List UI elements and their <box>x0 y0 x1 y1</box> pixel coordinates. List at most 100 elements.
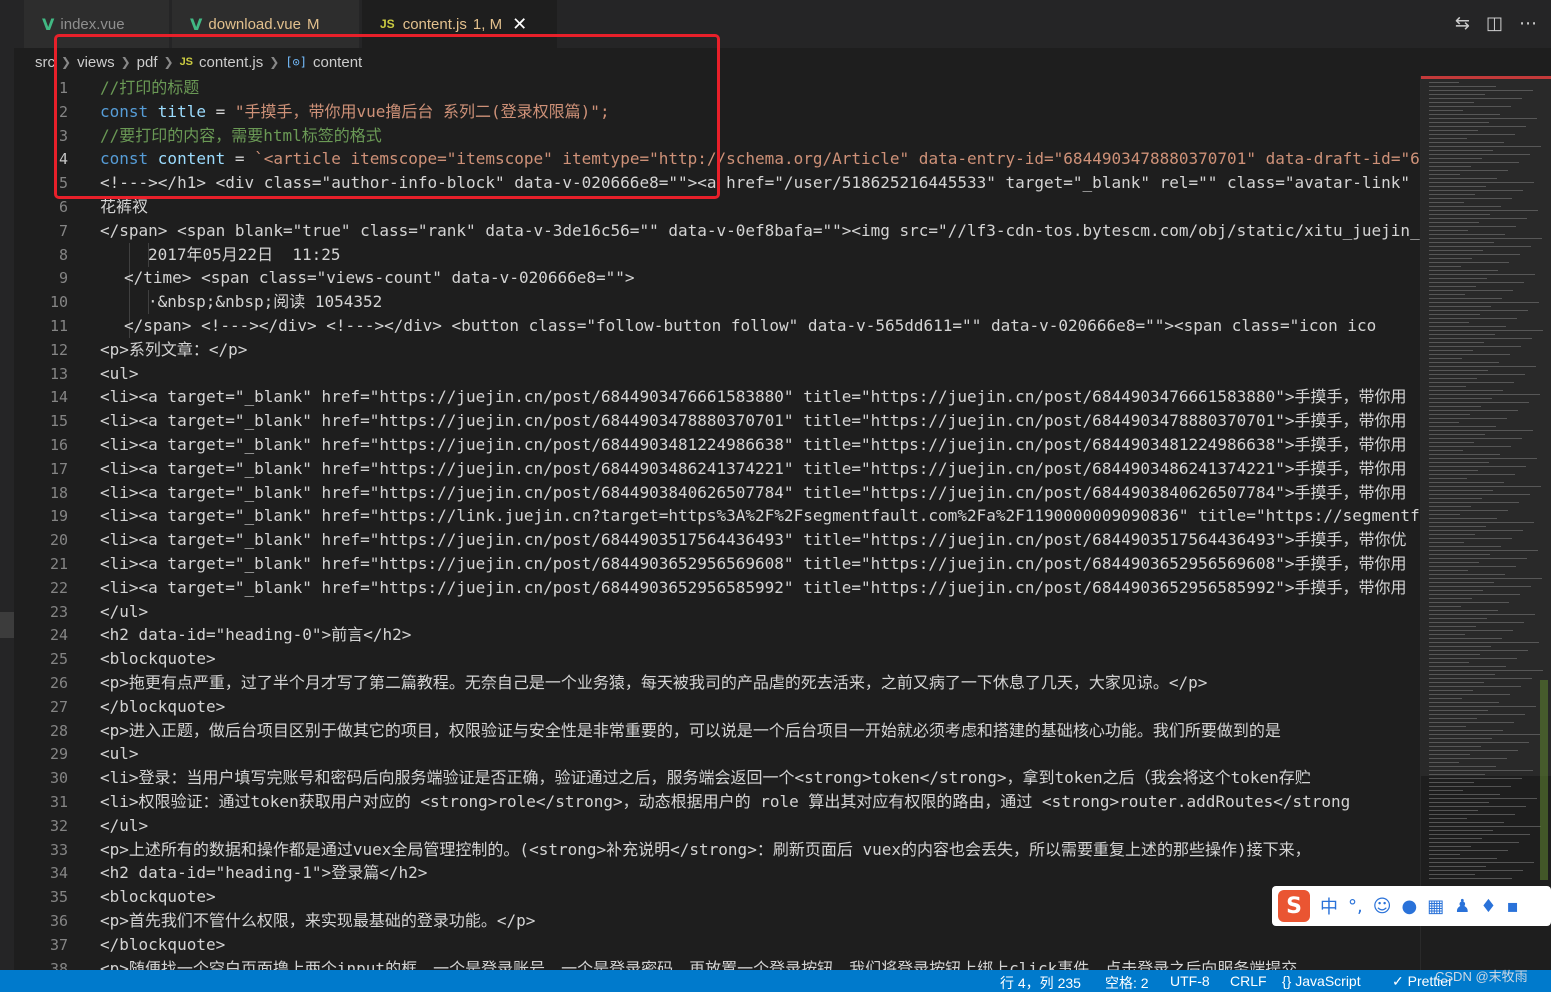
minimap-line <box>1429 138 1467 139</box>
line-number: 31 <box>49 793 68 811</box>
compare-icon[interactable]: ⇆ <box>1455 13 1470 34</box>
minimap-line <box>1429 702 1499 703</box>
minimap-line <box>1429 278 1487 279</box>
minimap-line <box>1429 806 1526 807</box>
code-text: <li><a target="_blank" href="https://lin… <box>100 506 1420 526</box>
language-mode[interactable]: {} JavaScript <box>1282 973 1361 989</box>
minimap-line <box>1429 414 1470 415</box>
indent-guide <box>129 290 130 315</box>
minimap-line <box>1429 766 1496 767</box>
code-line[interactable]: 31 <li>权限验证：通过token获取用户对应的 <strong>role</… <box>14 790 1420 814</box>
minimap-line <box>1429 814 1515 815</box>
user-icon[interactable]: ♟ <box>1454 896 1470 917</box>
code-line[interactable]: 21 <li><a target="_blank" href="https://j… <box>14 552 1420 576</box>
minimap-line <box>1429 866 1486 867</box>
code-text: </blockquote> <box>100 934 226 954</box>
code-line[interactable]: 23 </ul> <box>14 600 1420 624</box>
highlight-annotation-box <box>54 34 720 199</box>
minimap[interactable] <box>1420 76 1551 970</box>
code-line[interactable]: 13 <ul> <box>14 362 1420 386</box>
minimap-line <box>1429 850 1508 851</box>
minimap-line <box>1429 146 1541 147</box>
code-line[interactable]: 35 <blockquote> <box>14 885 1420 909</box>
minimap-line <box>1429 466 1526 467</box>
code-line[interactable]: 12 <p>系列文章：</p> <box>14 338 1420 362</box>
code-line[interactable]: 10 ·&nbsp;&nbsp;阅读 1054352 <box>14 290 1420 315</box>
code-line[interactable]: 34 <h2 data-id="heading-1">登录篇</h2> <box>14 861 1420 885</box>
minimap-line <box>1429 606 1461 607</box>
minimap-line <box>1429 634 1465 635</box>
code-line[interactable]: 22 <li><a target="_blank" href="https://j… <box>14 576 1420 600</box>
ime-mode-toggle[interactable]: 中 <box>1320 893 1338 919</box>
sogou-logo[interactable]: S <box>1278 890 1310 922</box>
line-number: 30 <box>49 769 68 788</box>
code-line[interactable]: 19 <li><a target="_blank" href="https://l… <box>14 504 1420 528</box>
minimap-line <box>1429 818 1467 819</box>
line-ending[interactable]: CRLF <box>1230 973 1267 989</box>
code-editor[interactable]: 1//打印的标题 2 const title = "手摸手，带你用vue撸后台 系列… <box>14 76 1420 970</box>
minimap-line <box>1429 802 1489 803</box>
shirt-icon[interactable]: ♦ <box>1480 896 1496 917</box>
code-line[interactable]: 11 </span> <!---></div> <!---></div> <but… <box>14 314 1420 338</box>
code-line[interactable]: 28 <p>进入正题，做后台项目区别于做其它的项目，权限验证与安全性是非常重要的，… <box>14 719 1420 743</box>
encoding[interactable]: UTF-8 <box>1170 973 1210 989</box>
code-line[interactable]: 36 <p>首先我们不管什么权限，来实现最基础的登录功能。</p> <box>14 909 1420 933</box>
minimap-line <box>1429 706 1536 707</box>
code-line[interactable]: 38 <p>随便找一个空白页面撸上两个input的框，一个是登录账号，一个是登录密… <box>14 957 1420 970</box>
cursor-position[interactable]: 行 4，列 235 <box>1000 973 1081 992</box>
code-line[interactable]: 17 <li><a target="_blank" href="https://j… <box>14 457 1420 481</box>
indentation[interactable]: 空格: 2 <box>1105 973 1149 992</box>
breadcrumb-item-src[interactable]: src <box>35 54 55 71</box>
code-line[interactable]: 25 <blockquote> <box>14 647 1420 671</box>
code-line[interactable]: 18 <li><a target="_blank" href="https://j… <box>14 481 1420 505</box>
code-text: </ul> <box>100 815 149 835</box>
ime-punct-toggle[interactable]: °, <box>1348 896 1363 917</box>
code-line[interactable]: 27 </blockquote> <box>14 695 1420 719</box>
minimap-line <box>1429 346 1521 347</box>
grid-icon[interactable]: ▪ <box>1507 896 1519 917</box>
code-line[interactable]: 9 </time> <span class="views-count" data-… <box>14 266 1420 291</box>
code-line[interactable]: 33 <p>上述所有的数据和操作都是通过vuex全局管理控制的。(<strong>… <box>14 838 1420 862</box>
code-line[interactable]: 16 <li><a target="_blank" href="https://j… <box>14 433 1420 457</box>
minimap-line <box>1429 630 1513 631</box>
minimap-line <box>1429 642 1539 643</box>
minimap-line <box>1429 614 1535 615</box>
minimap-line <box>1429 858 1497 859</box>
mic-icon[interactable]: ● <box>1402 896 1418 917</box>
code-line[interactable]: 14 <li><a target="_blank" href="https://j… <box>14 385 1420 409</box>
minimap-line <box>1429 786 1511 787</box>
code-line[interactable]: 26 <p>拖更有点严重，过了半个月才写了第二篇教程。无奈自己是一个业务猿，每天被… <box>14 671 1420 695</box>
minimap-line <box>1429 126 1526 127</box>
code-line[interactable]: 7 </span> <span blank="true" class="rank"… <box>14 219 1420 243</box>
line-number: 33 <box>49 840 68 859</box>
code-line[interactable]: 37 </blockquote> <box>14 933 1420 957</box>
minimap-line <box>1429 442 1474 443</box>
emoji-icon[interactable]: ☺ <box>1373 896 1392 917</box>
code-line[interactable]: 24 <h2 data-id="heading-0">前言</h2> <box>14 623 1420 647</box>
minimap-line <box>1429 214 1490 215</box>
more-icon[interactable]: ⋯ <box>1519 13 1537 34</box>
minimap-line <box>1429 338 1532 339</box>
code-line[interactable]: 29 <ul> <box>14 742 1420 766</box>
minimap-line <box>1429 774 1485 775</box>
code-line[interactable]: 15 <li><a target="_blank" href="https://j… <box>14 409 1420 433</box>
code-line[interactable]: 30 <li>登录：当用户填写完账号和密码后向服务端验证是否正确，验证通过之后，服… <box>14 766 1420 790</box>
minimap-line <box>1429 406 1481 407</box>
minimap-line <box>1429 626 1476 627</box>
minimap-line <box>1429 386 1466 387</box>
minimap-line <box>1429 98 1522 99</box>
code-line[interactable]: 8 2017年05月22日 11:25 <box>14 242 1420 267</box>
split-editor-icon[interactable]: ◫ <box>1486 13 1503 34</box>
close-icon[interactable]: ✕ <box>512 14 527 35</box>
code-line[interactable]: 20 <li><a target="_blank" href="https://j… <box>14 528 1420 552</box>
minimap-line <box>1429 102 1474 103</box>
code-line[interactable]: 32 </ul> <box>14 814 1420 838</box>
minimap-line <box>1429 462 1489 463</box>
minimap-line <box>1429 598 1472 599</box>
minimap-line <box>1429 610 1498 611</box>
line-number: 14 <box>49 388 68 407</box>
code-text: <p>首先我们不管什么权限，来实现最基础的登录功能。</p> <box>100 911 536 930</box>
keyboard-icon[interactable]: ▦ <box>1427 896 1444 917</box>
code-text: <ul> <box>100 363 139 383</box>
minimap-line <box>1429 162 1519 163</box>
